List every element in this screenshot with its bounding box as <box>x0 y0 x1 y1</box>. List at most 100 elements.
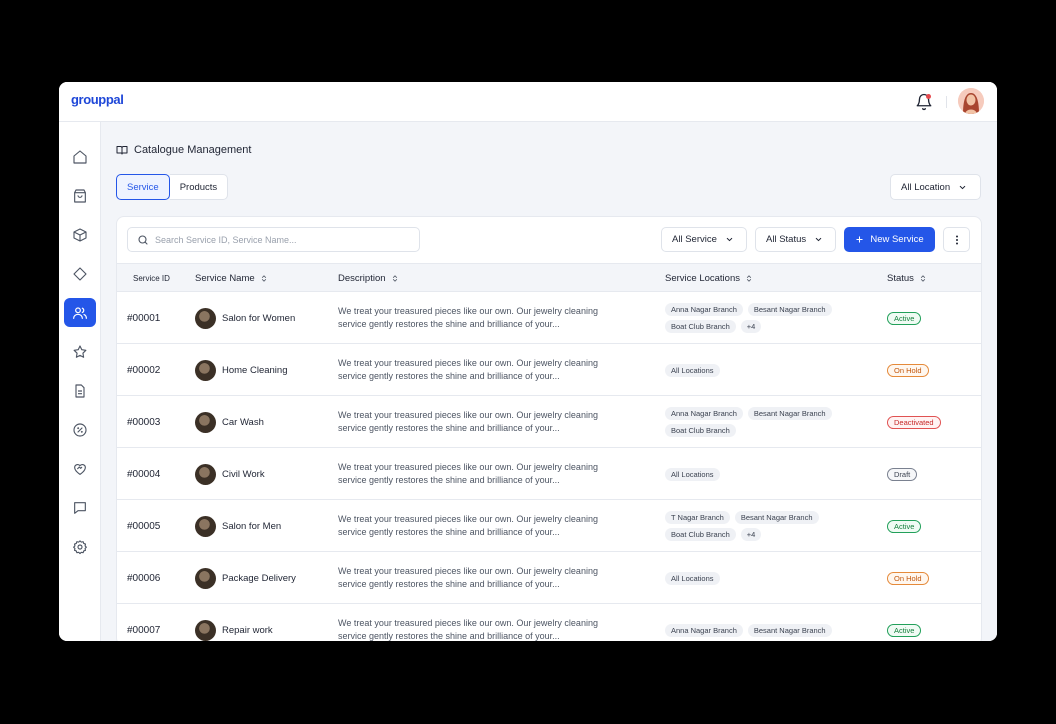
discount-icon <box>73 422 87 437</box>
table-row[interactable]: #00004 Civil Work We treat your treasure… <box>117 448 981 500</box>
more-locations-chip[interactable]: +4 <box>740 528 762 541</box>
service-filter-select[interactable]: All Service <box>661 227 747 252</box>
location-chip: T Nagar Branch <box>665 511 730 524</box>
tab-products[interactable]: Products <box>169 174 229 200</box>
service-name-cell: Repair work <box>195 604 273 641</box>
divider <box>946 96 947 108</box>
status-cell: Active <box>887 292 922 344</box>
location-chip: All Locations <box>665 467 720 481</box>
sort-icon <box>920 275 926 282</box>
service-name-cell: Salon for Women <box>195 292 295 344</box>
service-description: We treat your treasured pieces like our … <box>338 462 598 485</box>
user-avatar[interactable] <box>958 88 984 114</box>
star-icon <box>73 344 87 358</box>
status-badge: On Hold <box>887 363 929 377</box>
sidebar-item-users[interactable] <box>64 298 96 327</box>
location-chip: Anna Nagar Branch <box>665 303 743 316</box>
service-name-cell: Home Cleaning <box>195 344 287 396</box>
location-chip: All Locations <box>665 363 720 377</box>
service-avatar <box>195 463 216 485</box>
status-cell: On Hold <box>887 344 929 396</box>
sidebar-item-offers[interactable] <box>64 415 96 444</box>
service-id: #00007 <box>127 624 161 636</box>
header-status[interactable]: Status <box>887 264 927 293</box>
sidebar-item-loyalty[interactable] <box>64 454 96 483</box>
service-avatar <box>195 359 216 381</box>
locations-cell: All Locations <box>665 344 865 396</box>
table-body: #00001 Salon for Women We treat your tre… <box>117 292 981 641</box>
sidebar-item-tags[interactable] <box>64 259 96 288</box>
message-icon <box>74 501 86 514</box>
box-icon <box>73 227 87 242</box>
service-name: Repair work <box>222 624 273 636</box>
header-service-locations[interactable]: Service Locations <box>665 264 753 293</box>
sidebar-item-settings[interactable] <box>64 532 96 561</box>
book-icon <box>116 146 128 155</box>
sidebar-item-messages[interactable] <box>64 493 96 522</box>
status-filter-select[interactable]: All Status <box>755 227 836 252</box>
locations-cell: All Locations <box>665 552 865 604</box>
description-cell: We treat your treasured pieces like our … <box>338 292 628 344</box>
header-service-name[interactable]: Service Name <box>195 264 268 293</box>
service-description: We treat your treasured pieces like our … <box>338 514 598 537</box>
service-avatar <box>195 307 216 329</box>
location-select-label: All Location <box>901 181 951 193</box>
document-icon <box>75 383 85 398</box>
more-options-button[interactable] <box>943 227 970 252</box>
service-description: We treat your treasured pieces like our … <box>338 358 598 381</box>
status-cell: Deactivated <box>887 396 941 448</box>
sidebar-item-home[interactable] <box>64 142 96 171</box>
search-field[interactable] <box>127 227 420 252</box>
locations-cell: Anna Nagar Branch Besant Nagar Branch Bo… <box>665 292 865 344</box>
chevron-down-icon <box>726 237 733 242</box>
location-chip: Boat Club Branch <box>665 528 736 541</box>
table-row[interactable]: #00002 Home Cleaning We treat your treas… <box>117 344 981 396</box>
sidebar-item-documents[interactable] <box>64 376 96 405</box>
sidebar-item-reviews[interactable] <box>64 337 96 366</box>
status-badge: Draft <box>887 467 918 481</box>
status-badge: Deactivated <box>887 415 941 429</box>
header-service-id: Service ID <box>133 274 170 283</box>
header-description[interactable]: Description <box>338 264 399 293</box>
tab-service[interactable]: Service <box>116 174 170 200</box>
description-cell: We treat your treasured pieces like our … <box>338 396 628 448</box>
table-row[interactable]: #00005 Salon for Men We treat your treas… <box>117 500 981 552</box>
search-input[interactable] <box>155 234 405 245</box>
more-locations-chip[interactable]: +4 <box>740 320 762 333</box>
description-cell: We treat your treasured pieces like our … <box>338 552 628 604</box>
location-select[interactable]: All Location <box>890 174 981 200</box>
location-chip: Besant Nagar Branch <box>734 511 819 524</box>
service-name: Car Wash <box>222 416 264 428</box>
table-row[interactable]: #00001 Salon for Women We treat your tre… <box>117 292 981 344</box>
status-cell: Active <box>887 604 922 641</box>
settings-icon <box>73 539 87 554</box>
main-content: Catalogue Management Service Products Al… <box>101 122 997 641</box>
location-chip: Boat Club Branch <box>665 424 736 437</box>
locations-cell: Anna Nagar Branch Besant Nagar Branch <box>665 604 865 641</box>
app-logo[interactable]: grouppal <box>71 92 124 107</box>
new-service-button[interactable]: New Service <box>844 227 935 252</box>
new-service-label: New Service <box>870 234 924 245</box>
plus-icon <box>856 236 863 243</box>
table-row[interactable]: #00006 Package Delivery We treat your tr… <box>117 552 981 604</box>
status-badge: Active <box>887 311 922 325</box>
status-badge: On Hold <box>887 571 929 585</box>
service-name: Home Cleaning <box>222 364 288 376</box>
sidebar-item-inventory[interactable] <box>64 220 96 249</box>
service-name-cell: Car Wash <box>195 396 264 448</box>
table-row[interactable]: #00007 Repair work We treat your treasur… <box>117 604 981 641</box>
service-avatar <box>195 411 216 433</box>
service-description: We treat your treasured pieces like our … <box>338 618 598 641</box>
status-filter-label: All Status <box>766 234 807 245</box>
service-name: Salon for Men <box>222 520 282 532</box>
service-description: We treat your treasured pieces like our … <box>338 306 598 329</box>
description-cell: We treat your treasured pieces like our … <box>338 344 628 396</box>
table-row[interactable]: #00003 Car Wash We treat your treasured … <box>117 396 981 448</box>
top-bar: grouppal <box>59 82 997 122</box>
service-filter-label: All Service <box>672 234 717 245</box>
service-id: #00005 <box>127 520 161 532</box>
sidebar-item-orders[interactable] <box>64 181 96 210</box>
notification-dot <box>926 94 931 99</box>
status-cell: Active <box>887 500 922 552</box>
locations-cell: All Locations <box>665 448 865 500</box>
